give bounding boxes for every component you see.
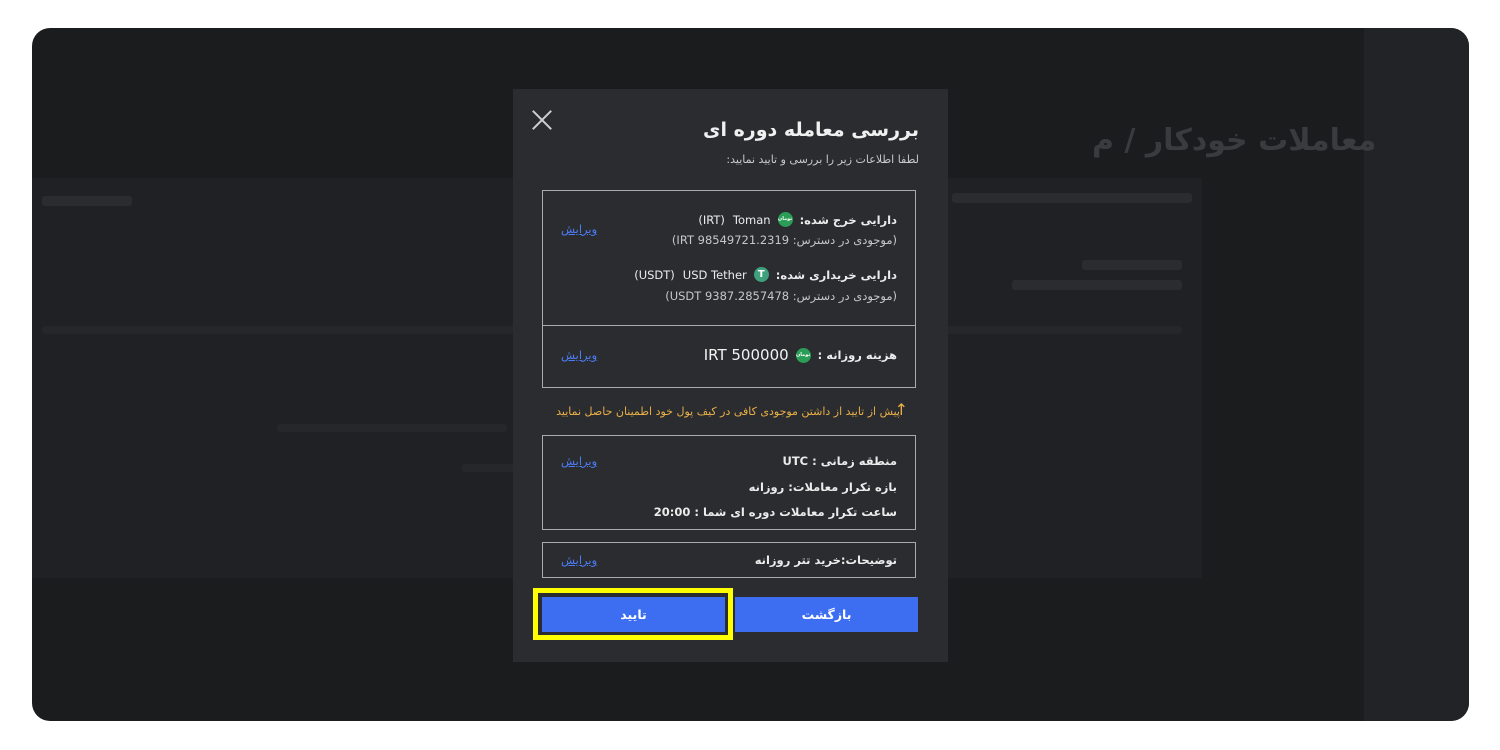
background-text-line: [952, 193, 1192, 203]
recurring-trade-review-modal: بررسی معامله دوره ای لطفا اطلاعات زیر را…: [513, 89, 948, 662]
edit-schedule-link[interactable]: ویرایش: [561, 454, 597, 468]
daily-cost-value: IRT 500000: [703, 346, 789, 364]
spent-asset-code: (IRT): [698, 212, 725, 227]
background-sidebar: [1364, 28, 1469, 721]
spent-asset-name: Toman: [732, 212, 771, 227]
description-text: توضیحات:خرید تتر روزانه: [754, 553, 897, 567]
daily-cost-section: هزینه روزانه : تومان IRT 500000 ویرایش: [542, 325, 916, 388]
edit-assets-link[interactable]: ویرایش: [561, 222, 597, 236]
toman-coin-icon: تومان: [777, 212, 793, 227]
bought-asset-row: دارایی خریداری شده: T USD Tether (USDT): [634, 267, 897, 282]
bought-asset-available: (موجودی در دسترس: USDT 9387.2857478): [665, 289, 897, 303]
spent-asset-label: دارایی خرج شده:: [799, 212, 897, 227]
toman-coin-icon: تومان: [795, 347, 811, 363]
timezone-text: منطقه زمانی : UTC: [782, 454, 897, 468]
daily-cost-label: هزینه روزانه :: [817, 348, 897, 362]
modal-subtitle: لطفا اطلاعات زیر را بررسی و تایید نمایید…: [726, 153, 919, 166]
spent-asset-available: (موجودی در دسترس: IRT 98549721.2319): [671, 233, 897, 247]
edit-daily-cost-link[interactable]: ویرایش: [561, 348, 597, 362]
time-text: ساعت تکرار معاملات دوره ای شما : 20:00: [653, 505, 897, 519]
modal-title: بررسی معامله دوره ای: [703, 119, 919, 141]
confirm-button[interactable]: تایید: [542, 597, 725, 632]
bought-asset-label: دارایی خریداری شده:: [775, 267, 897, 282]
close-icon[interactable]: [531, 109, 553, 131]
bought-asset-code: (USDT): [634, 267, 675, 282]
background-text-line: [42, 196, 132, 206]
assets-section: دارایی خرج شده: تومان Toman (IRT) (موجود…: [542, 190, 916, 326]
spent-asset-row: دارایی خرج شده: تومان Toman (IRT): [698, 212, 897, 227]
background-text-line: [1082, 260, 1182, 270]
tether-coin-icon: T: [753, 267, 769, 282]
background-text-line: [277, 424, 507, 432]
frequency-text: بازه تکرار معاملات: روزانه: [748, 480, 897, 494]
edit-description-link[interactable]: ویرایش: [561, 553, 597, 567]
schedule-section: منطقه زمانی : UTC بازه تکرار معاملات: رو…: [542, 435, 916, 530]
background-text-line: [1012, 280, 1182, 290]
daily-cost-row: هزینه روزانه : تومان IRT 500000: [704, 346, 897, 364]
description-section: توضیحات:خرید تتر روزانه ویرایش: [542, 542, 916, 578]
background-page-title: معاملات خودکار / م: [1092, 123, 1377, 158]
bought-asset-name: USD Tether: [682, 267, 747, 282]
back-button[interactable]: بازگشت: [735, 597, 918, 632]
balance-warning: پیش از تایید از داشتن موجودی کافی در کیف…: [556, 405, 900, 418]
